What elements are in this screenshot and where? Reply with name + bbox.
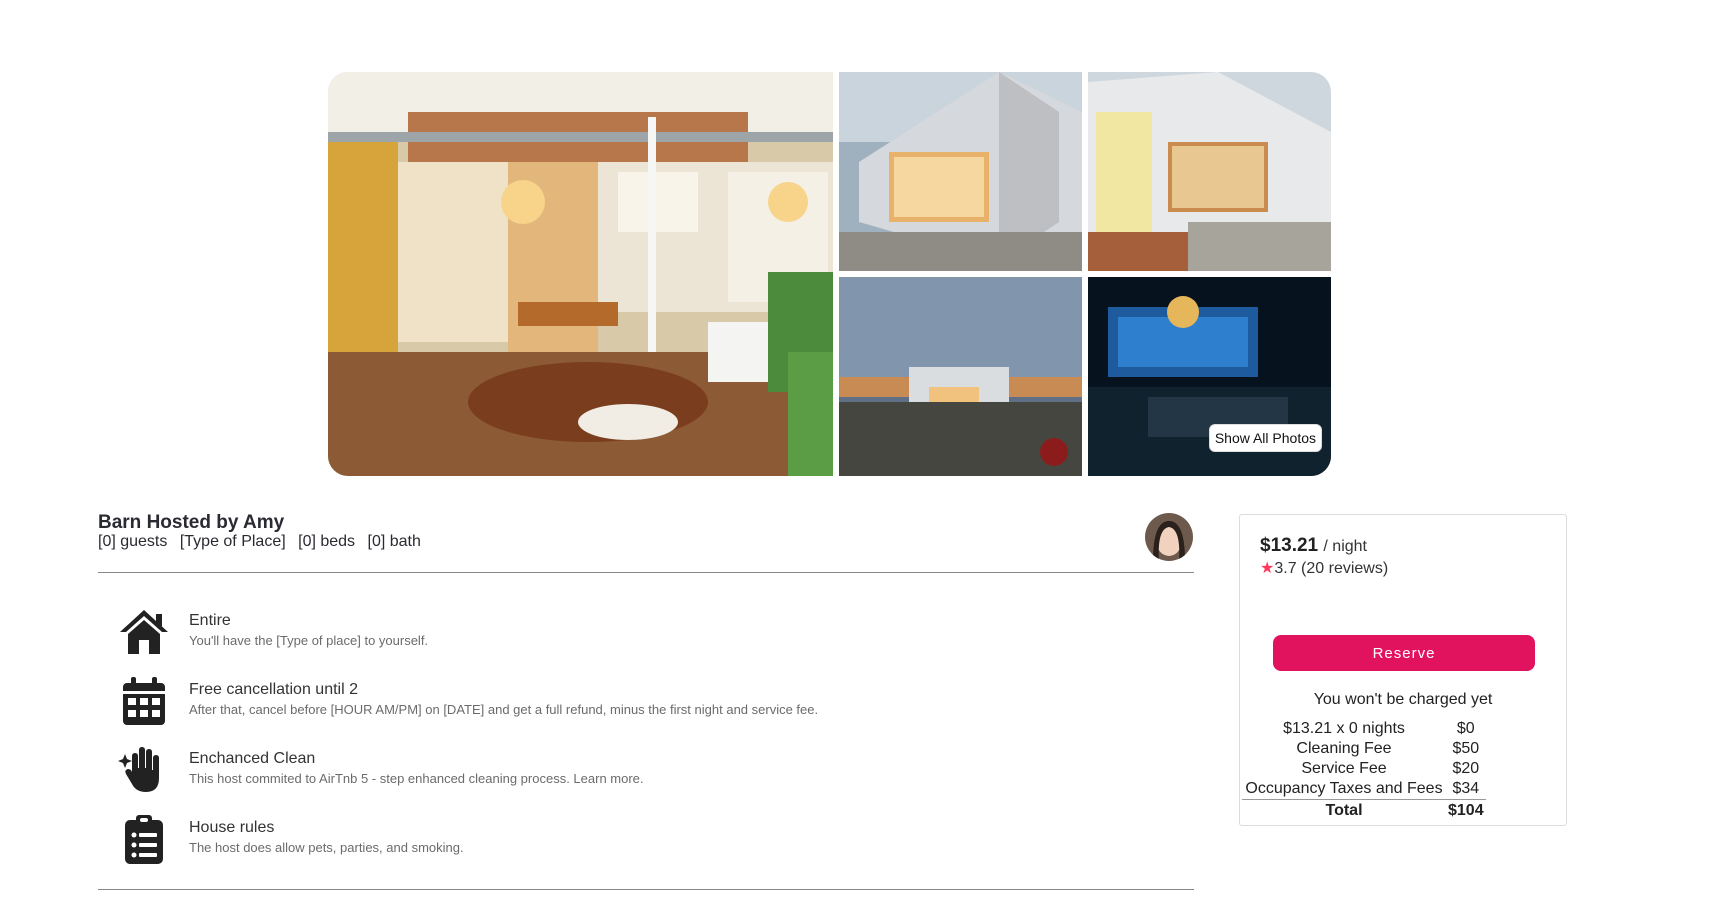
fee-row: Occupancy Taxes and Fees $34 [1242, 779, 1486, 800]
fee-label: Occupancy Taxes and Fees [1245, 780, 1443, 797]
fee-label: Service Fee [1301, 760, 1387, 777]
price-amount: $13.21 [1260, 535, 1319, 556]
price-per-night: $13.21 / night [1260, 535, 1367, 557]
photo-barn-exterior-dusk[interactable] [839, 72, 1082, 271]
calendar-icon [118, 675, 170, 727]
feature-title: Enchanced Clean [189, 750, 316, 767]
section-divider [98, 572, 1194, 573]
beds-count: [0] beds [298, 533, 356, 550]
fee-amount: $20 [1452, 760, 1480, 777]
feature-desc: After that, cancel before [HOUR AM/PM] o… [189, 702, 819, 717]
photo-barn-night-interior[interactable]: Show All Photos [1088, 277, 1331, 476]
feature-title: Entire [189, 612, 231, 629]
feature-desc: You'll have the [Type of place] to yours… [189, 633, 429, 648]
feature-title: Free cancellation until 2 [189, 681, 358, 698]
fee-label: $13.21 x 0 nights [1283, 720, 1405, 737]
place-type: [Type of Place] [179, 533, 286, 550]
reviews-count[interactable]: (20 reviews) [1301, 560, 1388, 577]
feature-title: House rules [189, 819, 275, 836]
section-divider [98, 889, 1194, 890]
host-avatar[interactable] [1145, 513, 1193, 561]
listing-header: Barn Hosted by Amy [0] guests [Type of P… [98, 513, 1194, 551]
listing-details: [0] guests [Type of Place] [0] beds [0] … [98, 533, 1194, 551]
fee-row: $13.21 x 0 nights $0 [1242, 719, 1486, 739]
rating-value: 3.7 [1274, 560, 1297, 577]
fee-label: Cleaning Fee [1296, 740, 1392, 757]
price-unit: / night [1323, 538, 1367, 555]
reserve-button[interactable]: Reserve [1273, 635, 1535, 671]
show-all-photos-button[interactable]: Show All Photos [1208, 424, 1322, 452]
fee-amount: $34 [1452, 780, 1480, 797]
fee-row: Cleaning Fee $50 [1242, 739, 1486, 759]
photo-barn-landscape[interactable] [839, 277, 1082, 476]
fee-breakdown: $13.21 x 0 nights $0 Cleaning Fee $50 Se… [1242, 719, 1486, 822]
booking-card: $13.21 / night ★3.7 (20 reviews) Reserve… [1239, 514, 1567, 826]
fee-row: Service Fee $20 [1242, 759, 1486, 779]
bath-count: [0] bath [367, 533, 421, 550]
feature-desc: The host does allow pets, parties, and s… [189, 840, 464, 855]
sparkle-hand-icon [118, 744, 170, 796]
house-icon [118, 606, 170, 658]
total-row: Total $104 [1242, 799, 1486, 822]
no-charge-note: You won't be charged yet [1313, 691, 1493, 708]
rating-summary: ★3.7 (20 reviews) [1260, 558, 1388, 578]
clipboard-list-icon [118, 813, 170, 865]
total-amount: $104 [1446, 799, 1486, 822]
fee-amount: $50 [1452, 740, 1480, 757]
feature-desc: This host commited to AirTnb 5 - step en… [189, 771, 644, 786]
total-label: Total [1242, 799, 1446, 822]
guests-count: [0] guests [98, 533, 168, 550]
photo-barn-door[interactable] [1088, 72, 1331, 271]
listing-title: Barn Hosted by Amy [98, 512, 285, 533]
photo-main-interior[interactable] [328, 72, 833, 476]
star-icon: ★ [1260, 560, 1275, 577]
photo-gallery: Show All Photos [328, 72, 1331, 476]
fee-amount: $0 [1456, 720, 1475, 737]
